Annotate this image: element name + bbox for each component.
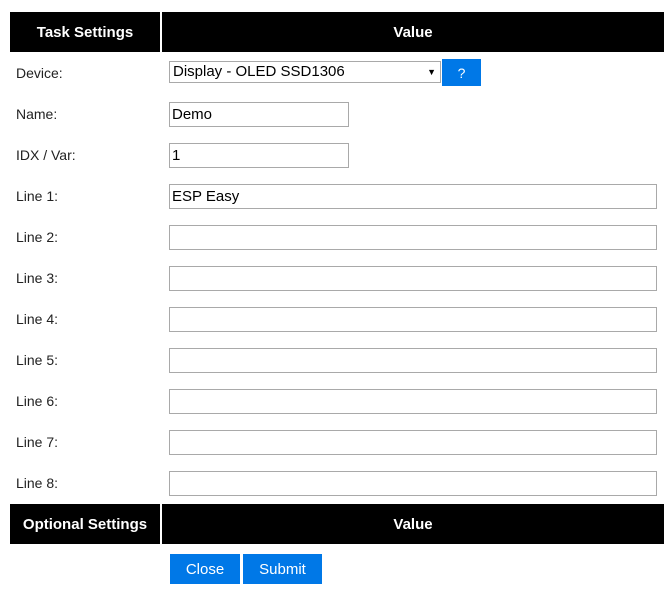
line-2-row: Line 2: bbox=[10, 217, 664, 258]
device-select-value: Display - OLED SSD1306 bbox=[173, 63, 345, 80]
device-label: Device: bbox=[16, 65, 63, 81]
line-3-input[interactable] bbox=[169, 266, 657, 291]
line-1-row: Line 1: ESP Easy bbox=[10, 176, 664, 217]
task-settings-header: Task Settings Value bbox=[10, 12, 664, 52]
close-button[interactable]: Close bbox=[170, 554, 240, 584]
line-1-input[interactable]: ESP Easy bbox=[169, 184, 657, 209]
line-8-row: Line 8: bbox=[10, 463, 664, 504]
line-1-label: Line 1: bbox=[16, 188, 59, 204]
name-label: Name: bbox=[16, 106, 58, 122]
optional-settings-value-header: Value bbox=[162, 504, 664, 544]
line-3-row: Line 3: bbox=[10, 258, 664, 299]
line-5-label: Line 5: bbox=[16, 352, 59, 368]
line-8-input[interactable] bbox=[169, 471, 657, 496]
line-4-row: Line 4: bbox=[10, 299, 664, 340]
idx-var-row: IDX / Var: 1 bbox=[10, 135, 664, 176]
task-settings-value-header: Value bbox=[162, 12, 664, 52]
line-5-input[interactable] bbox=[169, 348, 657, 373]
task-settings-header-label: Task Settings bbox=[10, 12, 160, 52]
device-select[interactable]: Display - OLED SSD1306 ▼ bbox=[169, 61, 441, 83]
name-row: Name: Demo bbox=[10, 94, 664, 135]
device-row: Device: Display - OLED SSD1306 ▼ ? bbox=[10, 53, 664, 94]
idx-var-input[interactable]: 1 bbox=[169, 143, 349, 168]
name-input[interactable]: Demo bbox=[169, 102, 349, 127]
line-2-label: Line 2: bbox=[16, 229, 59, 245]
line-6-label: Line 6: bbox=[16, 393, 59, 409]
line-2-input[interactable] bbox=[169, 225, 657, 250]
optional-settings-header-label: Optional Settings bbox=[10, 504, 160, 544]
dropdown-arrow-icon: ▼ bbox=[427, 67, 436, 77]
idx-var-label: IDX / Var: bbox=[16, 147, 76, 163]
line-6-input[interactable] bbox=[169, 389, 657, 414]
line-4-input[interactable] bbox=[169, 307, 657, 332]
line-7-input[interactable] bbox=[169, 430, 657, 455]
line-5-row: Line 5: bbox=[10, 340, 664, 381]
device-help-button[interactable]: ? bbox=[442, 59, 481, 86]
line-7-row: Line 7: bbox=[10, 422, 664, 463]
line-7-label: Line 7: bbox=[16, 434, 59, 450]
line-3-label: Line 3: bbox=[16, 270, 59, 286]
line-8-label: Line 8: bbox=[16, 475, 59, 491]
line-6-row: Line 6: bbox=[10, 381, 664, 422]
optional-settings-header: Optional Settings Value bbox=[10, 504, 664, 544]
line-4-label: Line 4: bbox=[16, 311, 59, 327]
task-settings-page: Task Settings Value Device: Display - OL… bbox=[0, 0, 671, 597]
submit-button[interactable]: Submit bbox=[243, 554, 322, 584]
